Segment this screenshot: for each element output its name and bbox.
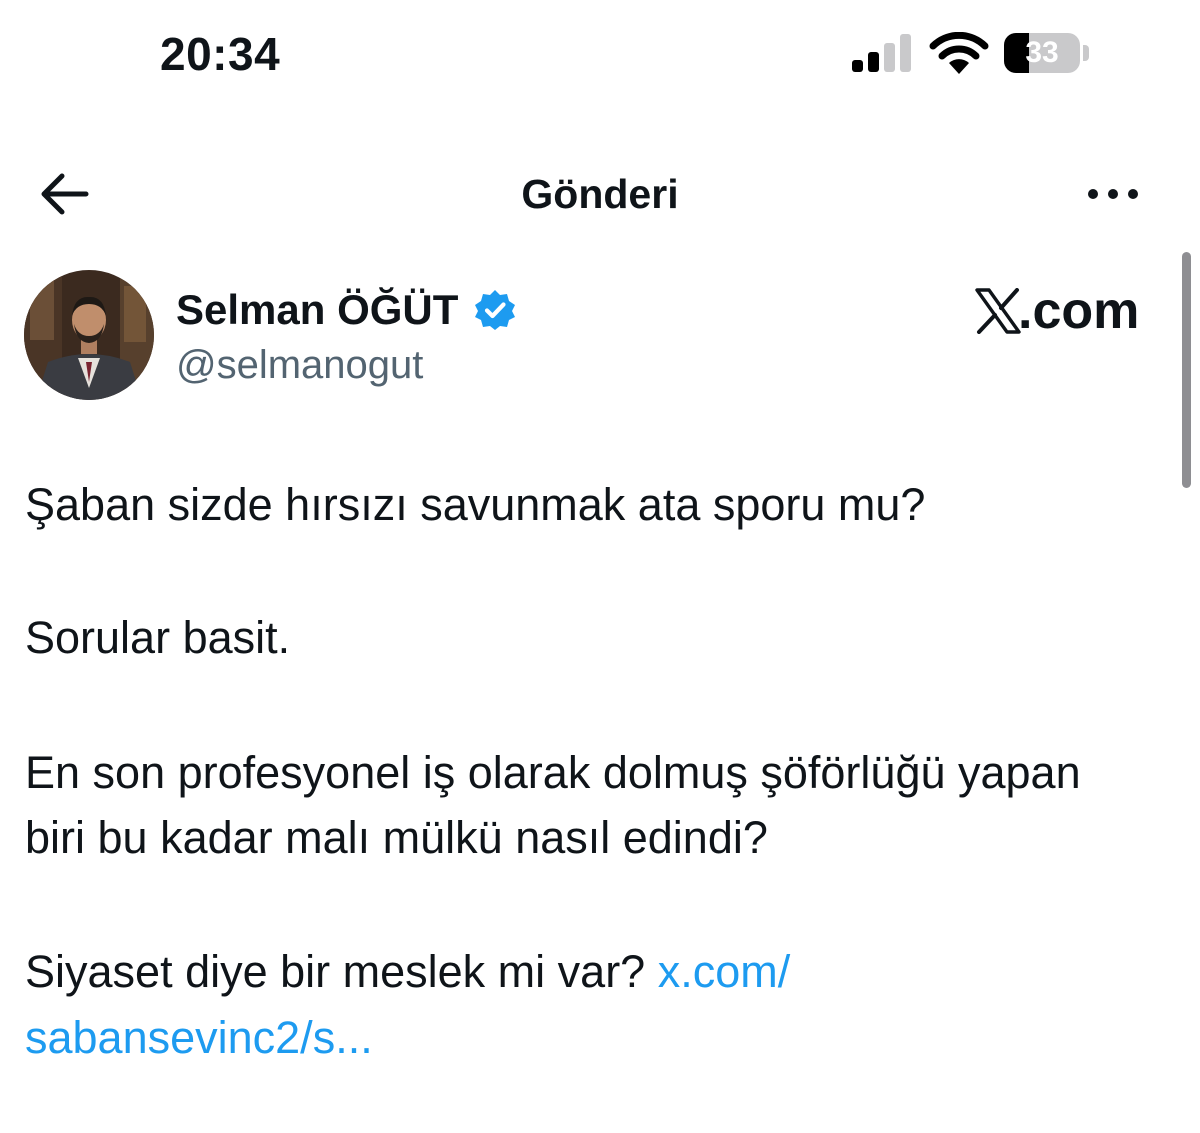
tweet-text-line: Siyaset diye bir meslek mi var? x.com/ bbox=[25, 940, 790, 1004]
page-title: Gönderi bbox=[521, 171, 679, 217]
tweet-text-line: Sorular basit. bbox=[25, 612, 291, 663]
scrollbar[interactable] bbox=[1182, 252, 1191, 488]
brand-domain: .com bbox=[1018, 282, 1140, 340]
avatar[interactable] bbox=[24, 270, 154, 400]
battery-body: 33 bbox=[1004, 33, 1080, 73]
more-options-button[interactable] bbox=[1080, 170, 1144, 218]
battery-percent: 33 bbox=[1025, 36, 1059, 69]
tweet-link-continuation[interactable]: sabansevinc2/s... bbox=[25, 1012, 373, 1063]
tweet-text-line: En son profesyonel iş olarak dolmuş şöfö… bbox=[25, 747, 1081, 798]
tweet-text-line: Şaban sizde hırsızı savunmak ata sporu m… bbox=[25, 479, 926, 530]
ellipsis-icon bbox=[1088, 189, 1138, 199]
tweet-link[interactable]: x.com/ bbox=[658, 946, 791, 997]
avatar-photo bbox=[24, 270, 154, 400]
arrow-left-icon bbox=[41, 173, 89, 215]
tweet-text-segment: Siyaset diye bir meslek mi var? bbox=[25, 946, 658, 997]
tweet-text-line: biri bu kadar malı mülkü nasıl edindi? bbox=[25, 812, 768, 863]
back-button[interactable] bbox=[34, 166, 96, 222]
status-time: 20:34 bbox=[160, 28, 281, 80]
author-handle[interactable]: @selmanogut bbox=[176, 340, 423, 390]
verified-badge-icon bbox=[475, 290, 515, 330]
cellular-signal-icon bbox=[852, 34, 911, 72]
x-logo-icon bbox=[975, 288, 1021, 334]
battery-indicator: 33 bbox=[1004, 33, 1092, 73]
battery-nub bbox=[1083, 45, 1089, 61]
author-name[interactable]: Selman ÖĞÜT bbox=[176, 284, 458, 336]
tweet-text-line: sabansevinc2/s... bbox=[25, 1006, 373, 1070]
wifi-icon bbox=[929, 32, 989, 74]
